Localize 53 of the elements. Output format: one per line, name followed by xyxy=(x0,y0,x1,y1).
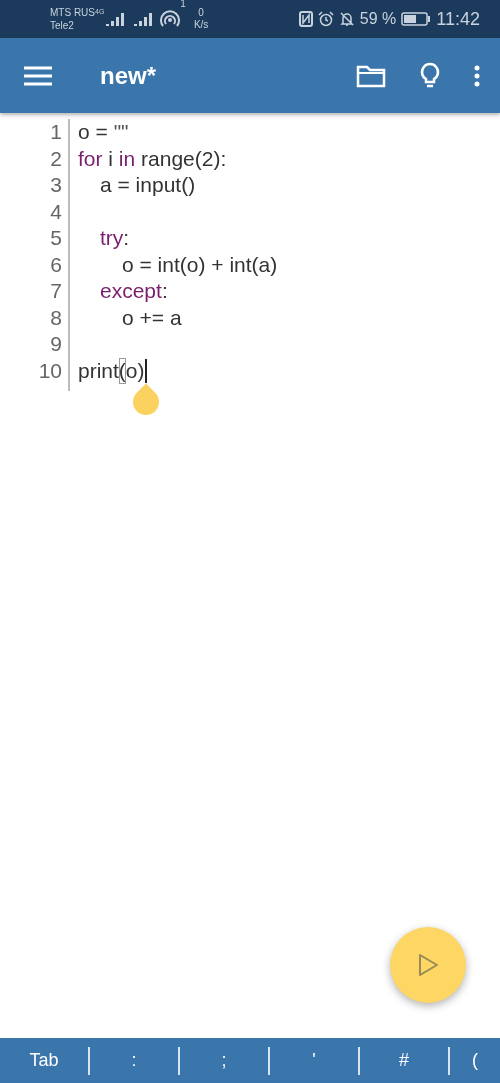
battery-percent: 59 % xyxy=(359,10,397,28)
code-text: o = xyxy=(78,119,109,145)
nfc-icon xyxy=(298,11,313,27)
play-icon xyxy=(417,953,439,977)
code-text: print xyxy=(78,357,119,384)
line-number: 5 xyxy=(50,225,62,251)
line-number: 2 xyxy=(50,145,62,172)
code-keyword: for xyxy=(78,145,103,172)
alarm-icon xyxy=(317,11,334,27)
code-text: : xyxy=(161,278,168,304)
code-text: a = input() xyxy=(100,172,196,198)
matched-bracket: ( xyxy=(118,357,126,384)
code-keyword: try xyxy=(100,225,124,251)
lightbulb-icon[interactable] xyxy=(420,61,440,90)
symbol-key[interactable]: ; xyxy=(180,1038,268,1083)
signal-icon xyxy=(132,12,153,26)
carrier-name: MTS RUS xyxy=(50,6,95,19)
file-title: new* xyxy=(100,61,156,90)
folder-icon[interactable] xyxy=(356,63,386,88)
line-number: 9 xyxy=(50,331,62,357)
clock-time: 11:42 xyxy=(436,8,480,30)
line-number: 1 xyxy=(50,119,62,145)
code-keyword: in xyxy=(118,145,136,172)
code-text: o) xyxy=(125,357,145,384)
line-number: 6 xyxy=(50,251,62,278)
code-text: : xyxy=(123,225,130,251)
text-cursor xyxy=(144,358,147,383)
code-text: i xyxy=(107,145,114,172)
code-text: range(2): xyxy=(140,145,227,172)
code-text: "" xyxy=(113,119,129,145)
battery-icon xyxy=(401,12,432,26)
hotspot-icon xyxy=(160,10,181,28)
carrier-name: Tele2 xyxy=(50,19,75,32)
line-number: 3 xyxy=(50,172,62,198)
line-number: 7 xyxy=(50,278,62,304)
speed-value: 0 xyxy=(198,7,204,19)
muted-bell-icon xyxy=(338,11,355,27)
code-text: o += a xyxy=(122,304,182,331)
line-number: 4 xyxy=(50,198,62,225)
menu-icon[interactable] xyxy=(24,65,52,86)
symbol-key[interactable]: ( xyxy=(450,1038,500,1083)
line-number: 8 xyxy=(50,304,62,331)
symbol-key[interactable]: # xyxy=(360,1038,448,1083)
symbol-key[interactable]: : xyxy=(90,1038,178,1083)
code-text: o = int(o) + int(a) xyxy=(122,251,278,278)
symbol-key[interactable]: Tab xyxy=(0,1038,88,1083)
code-keyword: except xyxy=(100,278,162,304)
more-icon[interactable] xyxy=(474,64,480,87)
hotspot-count: 1 xyxy=(180,0,186,8)
line-number: 10 xyxy=(38,357,62,384)
speed-unit: K/s xyxy=(193,19,209,31)
signal-icon xyxy=(104,12,125,26)
symbol-key[interactable]: ' xyxy=(270,1038,358,1083)
